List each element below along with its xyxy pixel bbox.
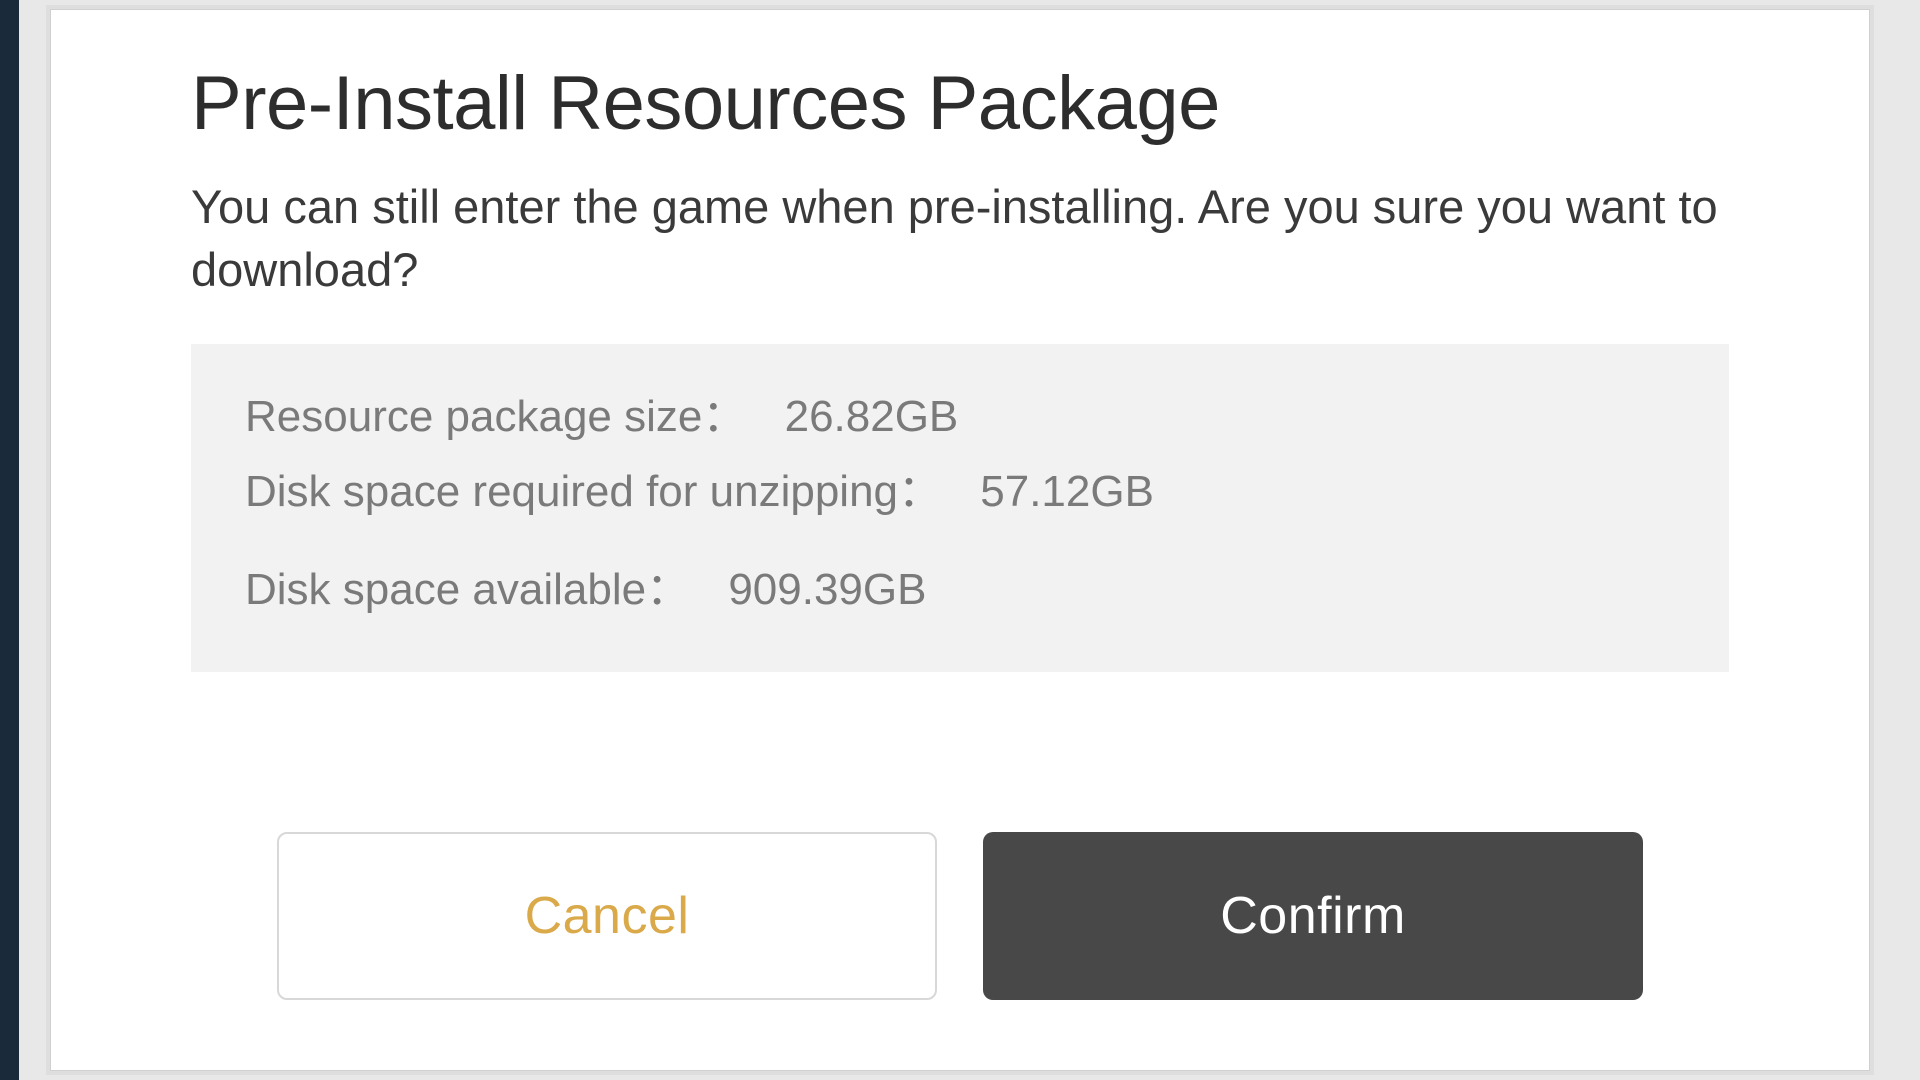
dialog-message: You can still enter the game when pre-in… xyxy=(191,175,1729,302)
info-row-disk-available: Disk space available： 909.39GB xyxy=(245,553,1675,628)
disk-available-value: 909.39GB xyxy=(728,565,926,614)
disk-available-label: Disk space available： xyxy=(245,565,690,614)
info-row-unzip-space: Disk space required for unzipping： 57.12… xyxy=(245,455,1675,530)
package-size-label: Resource package size： xyxy=(245,392,746,441)
confirm-button[interactable]: Confirm xyxy=(983,832,1643,1000)
cancel-button[interactable]: Cancel xyxy=(277,832,937,1000)
dialog-button-row: Cancel Confirm xyxy=(191,832,1729,1000)
resource-info-box: Resource package size： 26.82GB Disk spac… xyxy=(191,344,1729,672)
package-size-value: 26.82GB xyxy=(785,392,959,441)
preinstall-dialog: Pre-Install Resources Package You can st… xyxy=(50,9,1870,1071)
unzip-space-label: Disk space required for unzipping： xyxy=(245,467,942,516)
dialog-title: Pre-Install Resources Package xyxy=(191,60,1729,147)
unzip-space-value: 57.12GB xyxy=(980,467,1154,516)
info-row-package-size: Resource package size： 26.82GB xyxy=(245,380,1675,455)
dialog-backdrop: Pre-Install Resources Package You can st… xyxy=(0,0,1920,1080)
